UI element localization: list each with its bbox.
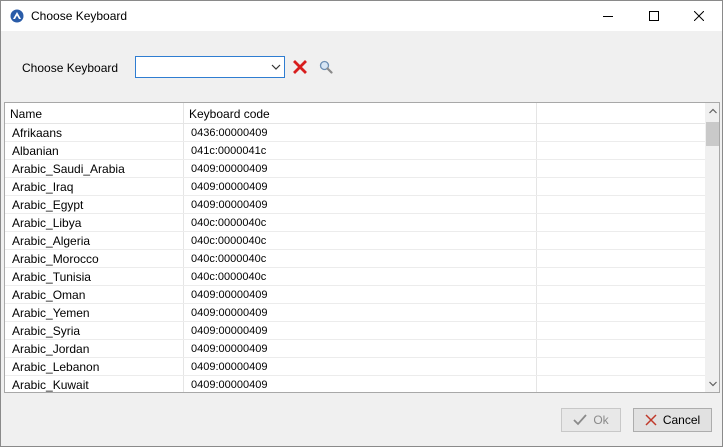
- window-title: Choose Keyboard: [31, 9, 128, 23]
- keyboard-code-cell: 0409:00000409: [191, 361, 268, 373]
- table-body: Afrikaans 0436:00000409 Albanian 041c:00000…: [5, 124, 705, 392]
- table-row[interactable]: Arabic_Libya 040c:0000040c: [5, 214, 705, 232]
- cancel-button[interactable]: Cancel: [633, 408, 712, 432]
- table-row[interactable]: Arabic_Tunisia 040c:0000040c: [5, 268, 705, 286]
- table-row[interactable]: Arabic_Oman 0409:00000409: [5, 286, 705, 304]
- keyboard-name-cell: Arabic_Morocco: [12, 252, 99, 266]
- table-row[interactable]: Afrikaans 0436:00000409: [5, 124, 705, 142]
- keyboard-code-cell: 0436:00000409: [191, 127, 268, 139]
- close-button[interactable]: [676, 1, 722, 31]
- table-row[interactable]: Arabic_Algeria 040c:0000040c: [5, 232, 705, 250]
- maximize-icon: [649, 11, 659, 21]
- keyboard-name-cell: Arabic_Kuwait: [12, 378, 89, 392]
- table-row[interactable]: Arabic_Kuwait 0409:00000409: [5, 376, 705, 392]
- table-row[interactable]: Arabic_Syria 0409:00000409: [5, 322, 705, 340]
- keyboard-code-cell: 0409:00000409: [191, 343, 268, 355]
- keyboard-code-cell: 0409:00000409: [191, 181, 268, 193]
- keyboard-code-cell: 0409:00000409: [191, 325, 268, 337]
- keyboard-name-cell: Arabic_Algeria: [12, 234, 91, 248]
- keyboard-name-cell: Arabic_Saudi_Arabia: [12, 162, 125, 176]
- minimize-icon: [603, 16, 613, 17]
- ok-button[interactable]: Ok: [561, 408, 621, 432]
- column-header-name[interactable]: Name: [10, 103, 42, 123]
- scroll-down-button[interactable]: [705, 376, 719, 392]
- keyboard-name-cell: Arabic_Lebanon: [12, 360, 100, 374]
- vertical-scrollbar[interactable]: [705, 103, 719, 392]
- choose-keyboard-dialog: Choose Keyboard Choose Keyboard Name Key…: [0, 0, 723, 447]
- table-header: Name Keyboard code: [5, 103, 705, 124]
- keyboard-name-cell: Arabic_Oman: [12, 288, 86, 302]
- app-icon: [10, 9, 24, 23]
- keyboard-name-cell: Arabic_Iraq: [12, 180, 74, 194]
- close-icon: [694, 11, 704, 21]
- keyboard-input[interactable]: [138, 58, 267, 76]
- chevron-down-icon[interactable]: [271, 62, 281, 72]
- keyboard-code-cell: 0409:00000409: [191, 289, 268, 301]
- cancel-label: Cancel: [662, 413, 701, 427]
- keyboard-name-cell: Arabic_Jordan: [12, 342, 90, 356]
- choose-keyboard-label: Choose Keyboard: [22, 61, 119, 75]
- clear-icon[interactable]: [293, 60, 307, 74]
- cross-icon: [645, 414, 657, 426]
- title-bar: Choose Keyboard: [1, 1, 722, 31]
- chevron-up-icon: [709, 108, 717, 114]
- table-row[interactable]: Arabic_Egypt 0409:00000409: [5, 196, 705, 214]
- keyboard-combobox[interactable]: [135, 56, 285, 78]
- table-row[interactable]: Arabic_Lebanon 0409:00000409: [5, 358, 705, 376]
- table-row[interactable]: Arabic_Iraq 0409:00000409: [5, 178, 705, 196]
- minimize-button[interactable]: [585, 1, 631, 31]
- keyboard-code-cell: 0409:00000409: [191, 199, 268, 211]
- dialog-footer: Ok Cancel: [1, 393, 722, 446]
- keyboard-code-cell: 0409:00000409: [191, 379, 268, 391]
- keyboard-code-cell: 0409:00000409: [191, 307, 268, 319]
- keyboard-code-cell: 040c:0000040c: [191, 271, 267, 283]
- table-row[interactable]: Arabic_Yemen 0409:00000409: [5, 304, 705, 322]
- table-row[interactable]: Albanian 041c:0000041c: [5, 142, 705, 160]
- ok-label: Ok: [593, 413, 609, 427]
- keyboard-selector-bar: Choose Keyboard: [1, 32, 722, 102]
- table-row[interactable]: Arabic_Morocco 040c:0000040c: [5, 250, 705, 268]
- keyboard-name-cell: Arabic_Yemen: [12, 306, 90, 320]
- keyboard-name-cell: Albanian: [12, 144, 59, 158]
- search-icon[interactable]: [319, 60, 333, 74]
- keyboard-code-cell: 0409:00000409: [191, 163, 268, 175]
- keyboard-name-cell: Arabic_Libya: [12, 216, 82, 230]
- keyboard-table: Name Keyboard code Afrikaans 0436:0000040…: [4, 102, 720, 393]
- keyboard-code-cell: 040c:0000040c: [191, 235, 267, 247]
- table-row[interactable]: Arabic_Saudi_Arabia 0409:00000409: [5, 160, 705, 178]
- keyboard-code-cell: 040c:0000040c: [191, 217, 267, 229]
- keyboard-code-cell: 041c:0000041c: [191, 145, 267, 157]
- checkmark-icon: [573, 414, 588, 426]
- maximize-button[interactable]: [631, 1, 677, 31]
- scroll-thumb[interactable]: [706, 122, 719, 146]
- keyboard-name-cell: Arabic_Tunisia: [12, 270, 91, 284]
- chevron-down-icon: [709, 381, 717, 387]
- keyboard-name-cell: Arabic_Egypt: [12, 198, 84, 212]
- keyboard-code-cell: 040c:0000040c: [191, 253, 267, 265]
- scroll-up-button[interactable]: [705, 103, 719, 119]
- keyboard-name-cell: Arabic_Syria: [12, 324, 81, 338]
- keyboard-name-cell: Afrikaans: [12, 126, 63, 140]
- column-header-keyboard-code[interactable]: Keyboard code: [189, 103, 270, 123]
- table-row[interactable]: Arabic_Jordan 0409:00000409: [5, 340, 705, 358]
